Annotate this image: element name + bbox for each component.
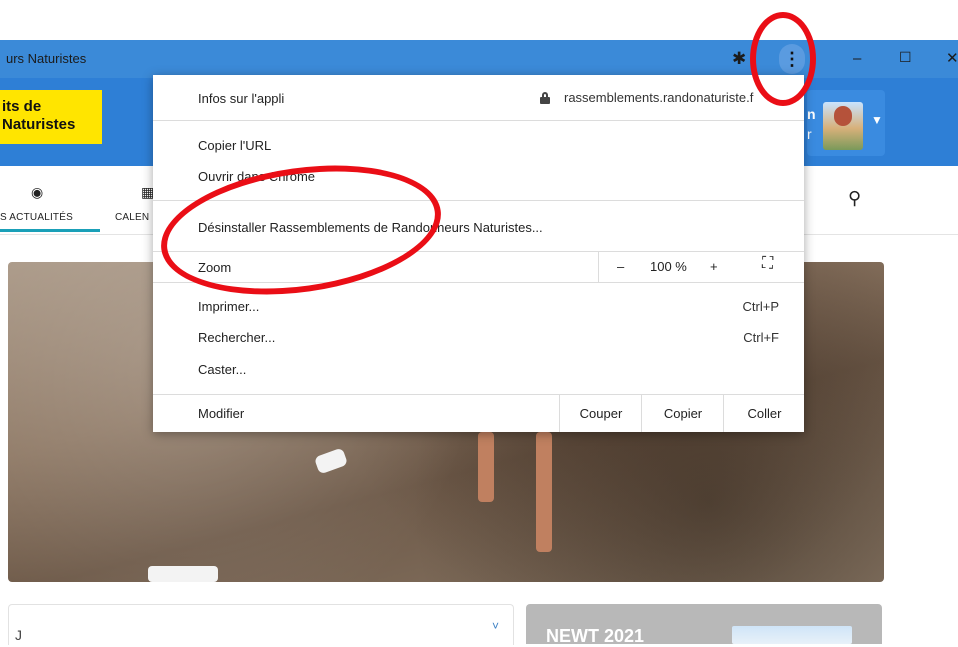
app-menu: Infos sur l'appli rassemblements.randona… bbox=[153, 75, 804, 432]
zoom-value: 100 % bbox=[650, 259, 687, 274]
puzzle-icon[interactable]: ✱ bbox=[732, 49, 746, 69]
chevron-down-icon[interactable]: ˅ bbox=[492, 619, 499, 633]
menu-item-app-info[interactable]: Infos sur l'appli bbox=[198, 91, 284, 106]
menu-item-find[interactable]: Rechercher... bbox=[198, 330, 275, 345]
menu-item-print[interactable]: Imprimer... bbox=[198, 299, 259, 314]
newt-image bbox=[732, 626, 852, 644]
menu-item-uninstall[interactable]: Désinstaller Rassemblements de Randonneu… bbox=[198, 220, 543, 235]
nav-item-actualites[interactable]: S ACTUALITÉS bbox=[0, 212, 73, 223]
zoom-out-button[interactable]: – bbox=[617, 259, 624, 274]
print-shortcut: Ctrl+P bbox=[742, 299, 779, 314]
search-icon[interactable]: ⚲ bbox=[848, 188, 861, 209]
site-logo[interactable]: its de Naturistes bbox=[0, 90, 102, 144]
hiker-leg bbox=[478, 432, 494, 502]
menu-item-edit: Modifier bbox=[198, 406, 245, 421]
active-tab-indicator bbox=[0, 229, 100, 232]
minimize-icon[interactable]: – bbox=[853, 50, 861, 67]
window-title: urs Naturistes bbox=[6, 51, 87, 66]
snow-patch bbox=[313, 447, 349, 475]
avatar[interactable] bbox=[823, 102, 863, 150]
find-shortcut: Ctrl+F bbox=[743, 330, 779, 345]
menu-item-open-in-chrome[interactable]: Ouvrir dans Chrome bbox=[198, 169, 315, 184]
dashboard-icon: ◉ bbox=[31, 184, 44, 200]
menu-divider bbox=[153, 120, 804, 121]
hiker-leg bbox=[536, 432, 552, 552]
zoom-in-button[interactable]: + bbox=[710, 259, 718, 274]
paste-button[interactable]: Coller bbox=[723, 395, 805, 432]
nav-item-calendrier[interactable]: CALEN bbox=[115, 212, 149, 223]
content-card[interactable]: J ˅ bbox=[8, 604, 514, 645]
zoom-controls: – 100 % + ⛶ bbox=[598, 251, 805, 282]
lock-icon bbox=[540, 92, 550, 104]
close-icon[interactable]: ✕ bbox=[946, 49, 958, 67]
card-title: J bbox=[15, 627, 22, 643]
site-domain: rassemblements.randonaturiste.f bbox=[564, 90, 754, 105]
user-name: n bbox=[807, 106, 816, 122]
app-menu-button[interactable]: ⋮ bbox=[779, 44, 805, 74]
newt-card[interactable]: NEWT 2021 bbox=[526, 604, 882, 646]
menu-divider bbox=[153, 200, 804, 201]
fullscreen-icon[interactable]: ⛶ bbox=[762, 255, 773, 273]
menu-divider bbox=[153, 282, 804, 283]
chevron-down-icon[interactable]: ▼ bbox=[871, 113, 883, 127]
menu-item-copy-url[interactable]: Copier l'URL bbox=[198, 138, 271, 153]
menu-item-cast[interactable]: Caster... bbox=[198, 362, 246, 377]
logo-line-1: its de bbox=[2, 98, 42, 115]
maximize-icon[interactable]: ☐ bbox=[899, 49, 912, 66]
cut-button[interactable]: Couper bbox=[559, 395, 642, 432]
menu-item-zoom: Zoom bbox=[198, 260, 232, 275]
user-subtitle: r bbox=[807, 126, 812, 142]
snow-patch bbox=[148, 566, 218, 582]
window-titlebar: urs Naturistes bbox=[0, 40, 958, 78]
copy-button[interactable]: Copier bbox=[641, 395, 724, 432]
logo-line-2: Naturistes bbox=[2, 116, 76, 133]
